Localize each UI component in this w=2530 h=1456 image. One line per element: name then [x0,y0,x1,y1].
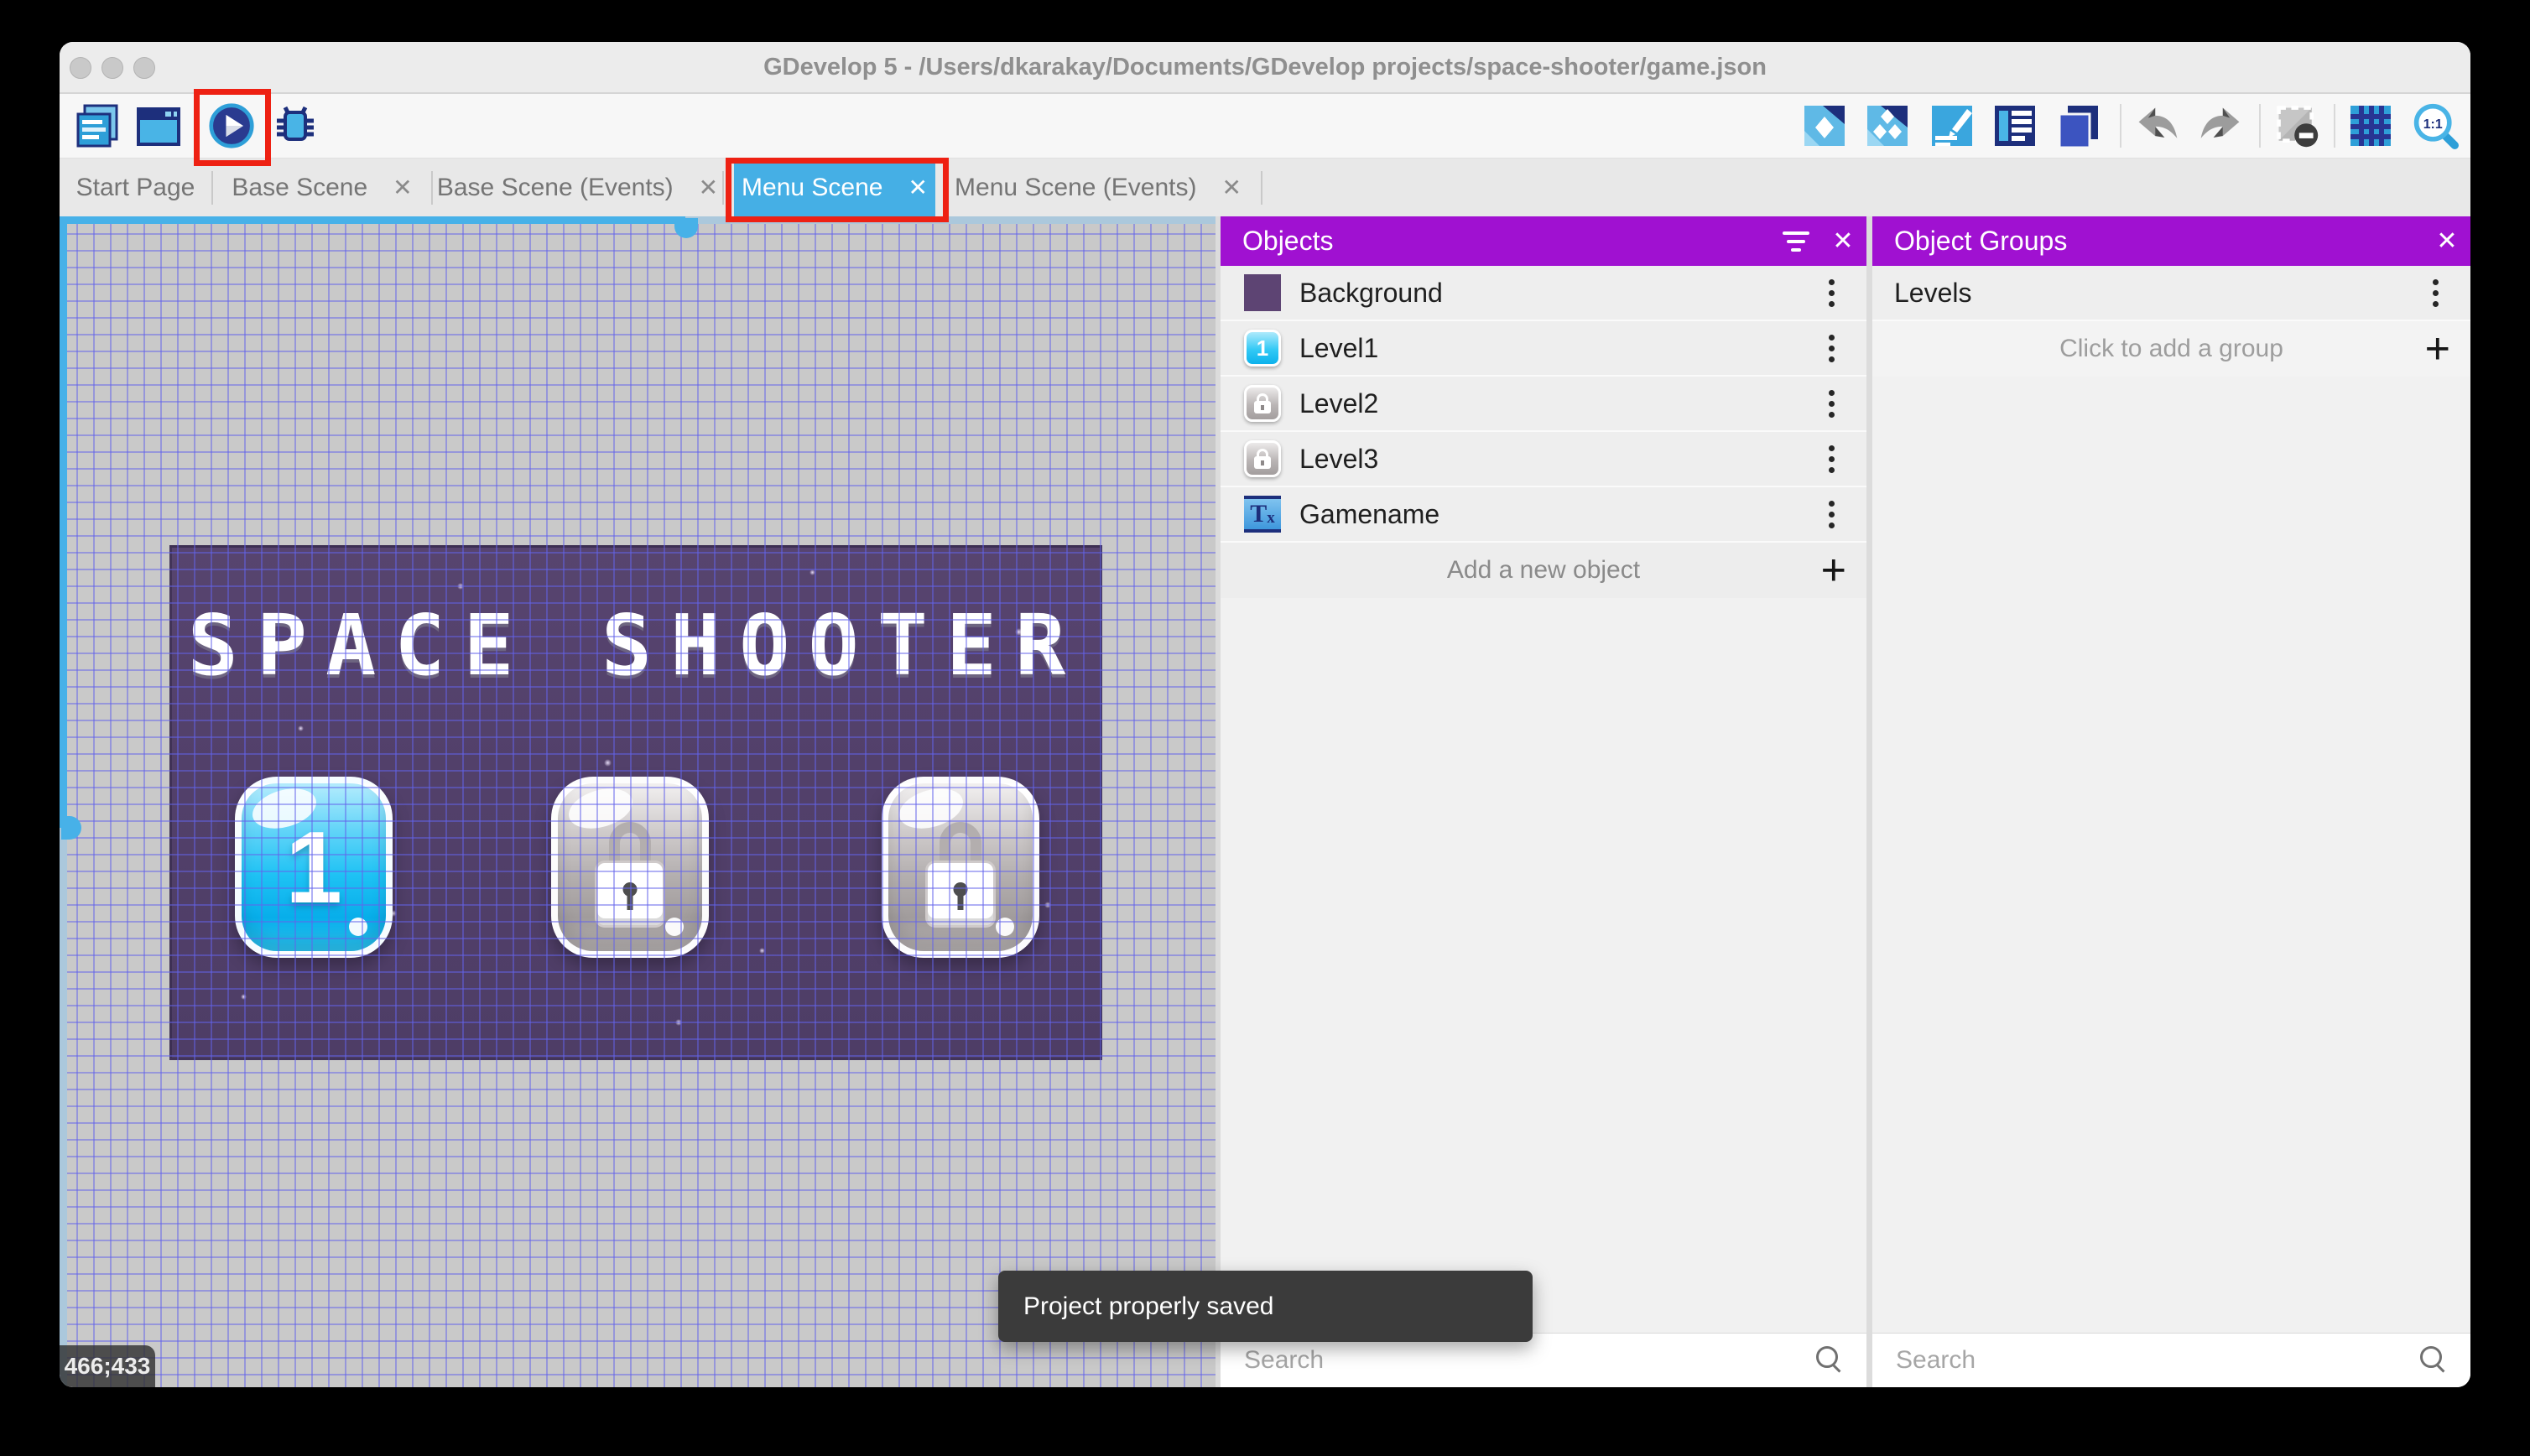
scene-editor-canvas[interactable]: SPACE SHOOTER 1 [60,216,1216,1387]
edit-properties-icon[interactable] [1929,102,1976,149]
search-icon [2420,1346,2449,1375]
screenshot-stage: GDevelop 5 - /Users/dkarakay/Documents/G… [0,0,2530,1456]
titlebar: GDevelop 5 - /Users/dkarakay/Documents/G… [60,42,2470,94]
objects-panel-title: Objects [1242,226,1773,257]
add-group-row[interactable]: Click to add a group + [1872,321,2470,377]
group-menu-button[interactable] [2410,279,2460,307]
object-menu-button[interactable] [1806,501,1856,528]
redo-icon[interactable] [2197,102,2244,149]
objects-list-icon[interactable] [1991,102,2038,149]
tab-close-icon[interactable]: ✕ [908,174,927,201]
button-dot [665,918,684,936]
cursor-coordinates-badge: 466;433 [60,1345,155,1387]
tab-divider [1261,171,1262,205]
horizontal-scrollbar[interactable] [60,216,1216,224]
scene-window-icon[interactable] [135,102,182,149]
horizontal-scrollbar-thumb[interactable] [674,218,698,238]
toast-message: Project properly saved [1023,1292,1273,1321]
debug-icon[interactable] [272,102,319,149]
play-button[interactable] [208,102,255,149]
groups-list: Levels Click to add a group + [1872,266,2470,377]
scene-background-instance[interactable]: SPACE SHOOTER 1 [169,545,1102,1060]
vertical-scrollbar[interactable] [60,216,67,1387]
tab-close-icon[interactable]: ✕ [393,174,412,201]
objects-panel: Objects ✕ Background [1221,216,1866,1387]
lock-icon [595,861,665,928]
group-row-levels[interactable]: Levels [1872,266,2470,321]
instance-editor-icon[interactable] [1801,102,1848,149]
tab-spacer [724,159,734,216]
text-object-icon: Tx [1244,496,1281,533]
object-row-background[interactable]: Background [1221,266,1866,321]
save-toast: Project properly saved [998,1271,1533,1342]
color-swatch-icon [1244,274,1281,311]
tab-base-scene-events[interactable]: Base Scene (Events) ✕ [433,159,722,216]
objects-panel-header: Objects ✕ [1221,216,1866,266]
groups-panel-title: Object Groups [1894,226,2423,257]
undo-icon[interactable] [2134,102,2181,149]
object-menu-button[interactable] [1806,445,1856,473]
object-row-level2[interactable]: Level2 [1221,377,1866,432]
objects-list: Background 1 Level1 Level [1221,266,1866,598]
close-panel-icon[interactable]: ✕ [2423,218,2470,265]
toolbar-separator [2120,104,2121,148]
lock-button-icon [1244,385,1281,422]
object-row-gamename[interactable]: Tx Gamename [1221,487,1866,543]
toolbar-separator [2334,104,2335,148]
button-dot [349,918,367,936]
groups-panel-header: Object Groups ✕ [1872,216,2470,266]
mask-remove-icon[interactable] [2273,102,2320,149]
tab-menu-scene-events[interactable]: Menu Scene (Events) ✕ [935,159,1261,216]
tab-start-page[interactable]: Start Page [60,159,211,216]
groups-search-row [1872,1333,2470,1387]
lock-icon [925,861,996,928]
main-toolbar: 1:1 [60,94,2470,158]
level2-locked-button-instance[interactable] [551,777,709,958]
layers-icon[interactable] [2054,102,2101,149]
level1-button-instance[interactable]: 1 [235,777,393,958]
filter-icon[interactable] [1773,218,1819,265]
svg-text:1:1: 1:1 [2423,117,2443,132]
window-title: GDevelop 5 - /Users/dkarakay/Documents/G… [60,42,2470,94]
project-manager-icon[interactable] [75,102,122,149]
add-group-plus-icon[interactable]: + [2425,327,2450,371]
object-row-level1[interactable]: 1 Level1 [1221,321,1866,377]
tab-close-icon[interactable]: ✕ [699,174,718,201]
tab-close-icon[interactable]: ✕ [1222,174,1242,201]
level-button-icon: 1 [1244,330,1281,367]
game-title-text[interactable]: SPACE SHOOTER [172,596,1100,694]
button-dot [996,918,1014,936]
tab-menu-scene[interactable]: Menu Scene ✕ [734,159,935,216]
grid-icon[interactable] [2347,102,2394,149]
close-panel-icon[interactable]: ✕ [1819,218,1866,265]
toolbar-separator [2259,104,2261,148]
zoom-1-1-icon[interactable]: 1:1 [2412,102,2459,149]
object-groups-panel: Object Groups ✕ Levels Click to add a gr… [1872,216,2470,1387]
search-icon [1816,1346,1845,1375]
tab-bar: Start Page Base Scene ✕ Base Scene (Even… [60,158,2470,216]
add-object-plus-icon[interactable]: + [1821,549,1846,592]
lock-button-icon [1244,440,1281,477]
panel-divider[interactable] [1866,216,1872,1387]
object-menu-button[interactable] [1806,390,1856,418]
gdevelop-window: GDevelop 5 - /Users/dkarakay/Documents/G… [60,42,2470,1387]
content-area: SPACE SHOOTER 1 [60,216,2470,1387]
vertical-scrollbar-thumb[interactable] [61,816,81,840]
multi-instance-icon[interactable] [1864,102,1911,149]
level3-locked-button-instance[interactable] [882,777,1039,958]
object-menu-button[interactable] [1806,279,1856,307]
groups-search-input[interactable] [1872,1334,2470,1387]
object-menu-button[interactable] [1806,335,1856,362]
object-row-level3[interactable]: Level3 [1221,432,1866,487]
add-object-row[interactable]: Add a new object + [1221,543,1866,598]
tab-base-scene[interactable]: Base Scene ✕ [213,159,431,216]
